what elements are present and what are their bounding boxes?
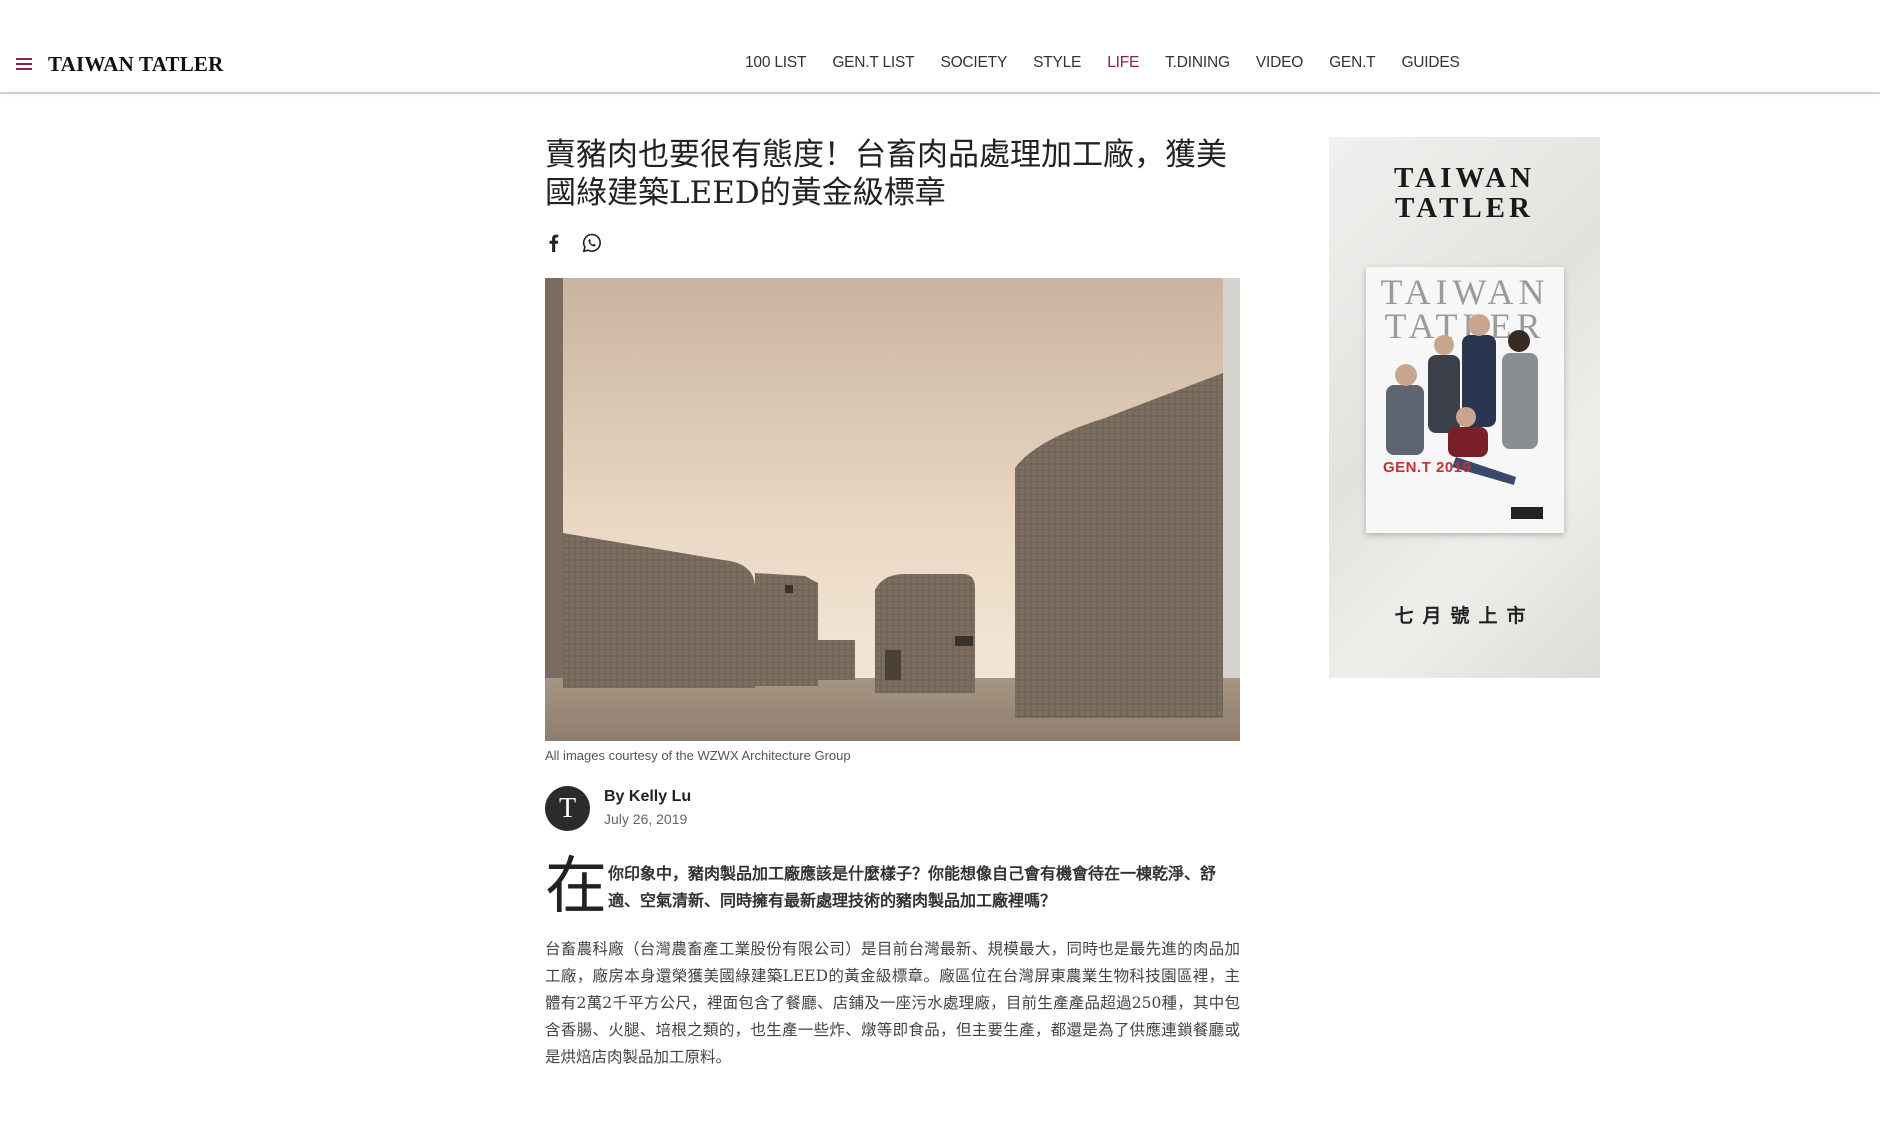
image-caption: All images courtesy of the WZWX Architec…: [545, 748, 851, 763]
main-nav: 100 LIST GEN.T LIST SOCIETY STYLE LIFE T…: [745, 54, 1460, 78]
magazine-advertisement[interactable]: TAIWAN TATLER TAIWAN TATLER GEN.T 2019 七…: [1329, 137, 1600, 678]
nav-item-life[interactable]: LIFE: [1107, 54, 1139, 78]
magazine-cover-image: TAIWAN TATLER GEN.T 2019: [1366, 267, 1564, 533]
nav-item-gen-t[interactable]: GEN.T: [1329, 54, 1376, 78]
hamburger-menu-icon[interactable]: [16, 58, 32, 70]
article-title: 賣豬肉也要很有態度！台畜肉品處理加工廠，獲美國綠建築LEED的黃金級標章: [545, 137, 1227, 211]
nav-item-style[interactable]: STYLE: [1033, 54, 1081, 78]
body-paragraph: 台畜農科廠（台灣農畜產工業股份有限公司）是目前台灣最新、規模最大，同時也是最先進…: [545, 940, 1240, 1066]
ad-tagline: 七月號上市: [1394, 605, 1535, 627]
ad-brand: TAIWAN TATLER: [1393, 162, 1536, 224]
drop-cap: 在: [545, 849, 608, 922]
nav-item-video[interactable]: VIDEO: [1256, 54, 1303, 78]
facebook-icon[interactable]: [543, 232, 565, 254]
nav-item-100-list[interactable]: 100 LIST: [745, 54, 807, 78]
author-avatar[interactable]: T: [545, 786, 590, 831]
share-bar: [543, 232, 603, 254]
author-byline[interactable]: By Kelly Lu: [604, 788, 691, 806]
nav-item-t-dining[interactable]: T.DINING: [1165, 54, 1230, 78]
nav-item-society[interactable]: SOCIETY: [940, 54, 1007, 78]
nav-item-gen-t-list[interactable]: GEN.T LIST: [832, 54, 914, 78]
nav-item-guides[interactable]: GUIDES: [1401, 54, 1459, 78]
hero-image: [545, 278, 1240, 741]
publish-date: July 26, 2019: [604, 811, 688, 827]
site-header: TAIWAN TATLER 100 LIST GEN.T LIST SOCIET…: [0, 0, 1880, 94]
whatsapp-icon[interactable]: [581, 232, 603, 254]
cover-issue-label: GEN.T 2019: [1383, 459, 1472, 476]
site-logo[interactable]: TAIWAN TATLER: [48, 52, 224, 77]
lead-text: 你印象中，豬肉製品加工廠應該是什麼樣子？你能想像自己會有機會待在一棟乾淨、舒適、…: [608, 864, 1217, 910]
